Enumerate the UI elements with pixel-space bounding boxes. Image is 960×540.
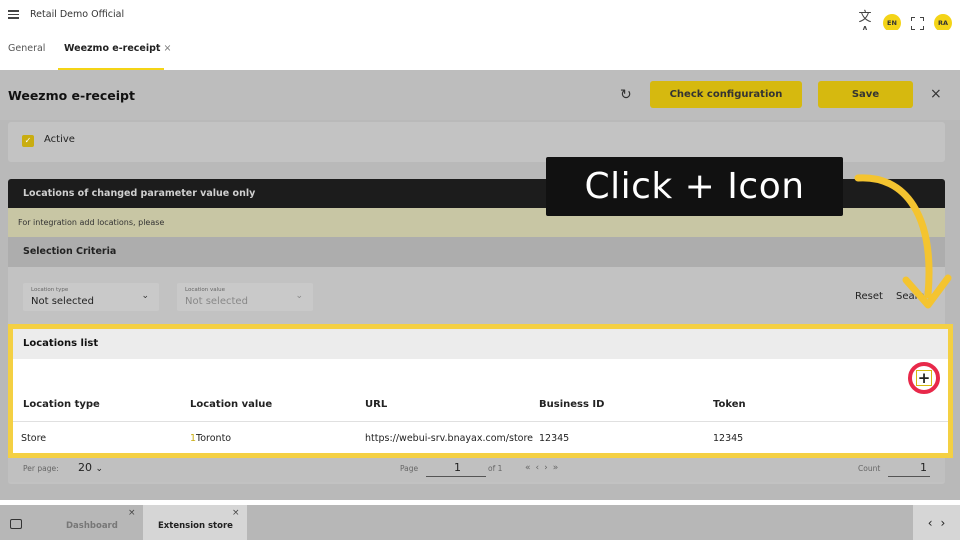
chevron-down-icon: ⌄: [95, 464, 104, 474]
chevron-down-icon: ⌄: [295, 291, 303, 301]
bottom-dock: Dashboard × Extension store × ‹ ›: [0, 505, 960, 540]
page-label: Page: [400, 464, 419, 473]
location-value-select[interactable]: Location value Not selected ⌄: [177, 283, 313, 311]
cell-location-value: 1Toronto: [190, 433, 231, 444]
column-header-url[interactable]: URL: [365, 399, 387, 410]
cell-token: 12345: [713, 433, 744, 444]
page-value: 1: [454, 461, 461, 474]
header-divider: [13, 421, 948, 422]
per-page-select[interactable]: 20 ⌄: [78, 461, 103, 474]
refresh-icon[interactable]: ↻: [620, 87, 632, 103]
page-title: Weezmo e-receipt: [8, 88, 135, 103]
menu-icon[interactable]: [8, 10, 19, 19]
active-label: Active: [44, 134, 75, 145]
tab-bar: General Weezmo e-receipt ×: [0, 30, 960, 70]
save-button[interactable]: Save: [818, 81, 913, 108]
locations-list-section: Locations list + Location type Location …: [8, 324, 953, 458]
reset-button[interactable]: Reset: [855, 291, 883, 302]
location-value-text: Toronto: [196, 433, 232, 444]
dock-tab-label: Extension store: [158, 521, 233, 531]
app-title: Retail Demo Official: [30, 9, 125, 20]
selection-criteria-header: Selection Criteria: [8, 237, 945, 267]
fullscreen-icon[interactable]: [911, 16, 924, 30]
count-field: 1: [888, 460, 930, 477]
search-button[interactable]: Search: [896, 291, 930, 302]
column-header-location-type[interactable]: Location type: [23, 399, 100, 410]
info-text: For integration add locations, please: [18, 218, 165, 227]
dock-tab-dashboard[interactable]: Dashboard ×: [46, 505, 142, 540]
locations-list-header: Locations list: [13, 329, 948, 359]
close-icon[interactable]: ×: [128, 508, 136, 518]
tab-general[interactable]: General: [8, 43, 45, 54]
close-icon[interactable]: ×: [930, 86, 942, 102]
plus-icon: +: [916, 368, 932, 387]
count-value: 1: [920, 461, 927, 474]
pagination-bar: Per page: 20 ⌄ Page 1 of 1 «‹›» Count 1: [8, 458, 945, 482]
dock-navigation: ‹ ›: [913, 505, 960, 540]
tutorial-callout: Click + Icon: [546, 157, 843, 216]
per-page-value: 20: [78, 461, 92, 474]
dock-tab-extension-store[interactable]: Extension store ×: [143, 505, 247, 540]
location-value-label: Location value: [185, 287, 226, 293]
count-label: Count: [858, 464, 881, 473]
tab-weezmo-e-receipt[interactable]: Weezmo e-receipt ×: [64, 43, 171, 54]
selection-criteria-title: Selection Criteria: [23, 246, 117, 257]
chevron-left-icon[interactable]: ‹: [928, 516, 933, 530]
location-value-value: Not selected: [185, 296, 248, 307]
cell-url: https://webui-srv.bnayax.com/store: [365, 433, 534, 444]
window-icon[interactable]: [10, 519, 22, 529]
column-header-business-id[interactable]: Business ID: [539, 399, 604, 410]
chevron-down-icon: ⌄: [141, 291, 149, 301]
location-type-value: Not selected: [31, 296, 94, 307]
active-checkbox[interactable]: ✓: [22, 135, 34, 147]
cell-business-id: 12345: [539, 433, 570, 444]
close-icon[interactable]: ×: [232, 508, 240, 518]
column-header-location-value[interactable]: Location value: [190, 399, 272, 410]
add-location-button[interactable]: +: [908, 362, 940, 394]
column-header-token[interactable]: Token: [713, 399, 746, 410]
active-card: ✓ Active: [8, 122, 945, 162]
top-bar: Retail Demo Official 文A EN RA: [0, 0, 960, 40]
page-header: Weezmo e-receipt ↻ Check configuration S…: [0, 70, 960, 120]
locations-list-title: Locations list: [23, 338, 99, 349]
check-configuration-button[interactable]: Check configuration: [650, 81, 802, 108]
tab-close-icon[interactable]: ×: [163, 43, 171, 54]
location-type-label: Location type: [31, 287, 69, 293]
page-input[interactable]: 1: [426, 460, 486, 477]
chevron-right-icon[interactable]: ›: [941, 516, 946, 530]
location-type-select[interactable]: Location type Not selected ⌄: [23, 283, 159, 311]
panel-title: Locations of changed parameter value onl…: [23, 188, 256, 199]
dock-tab-label: Dashboard: [66, 521, 118, 531]
tab-label: Weezmo e-receipt: [64, 43, 161, 54]
cell-location-type: Store: [21, 433, 47, 444]
per-page-label: Per page:: [23, 464, 59, 473]
pager-arrows[interactable]: «‹›»: [525, 463, 563, 473]
of-label: of 1: [488, 464, 503, 473]
